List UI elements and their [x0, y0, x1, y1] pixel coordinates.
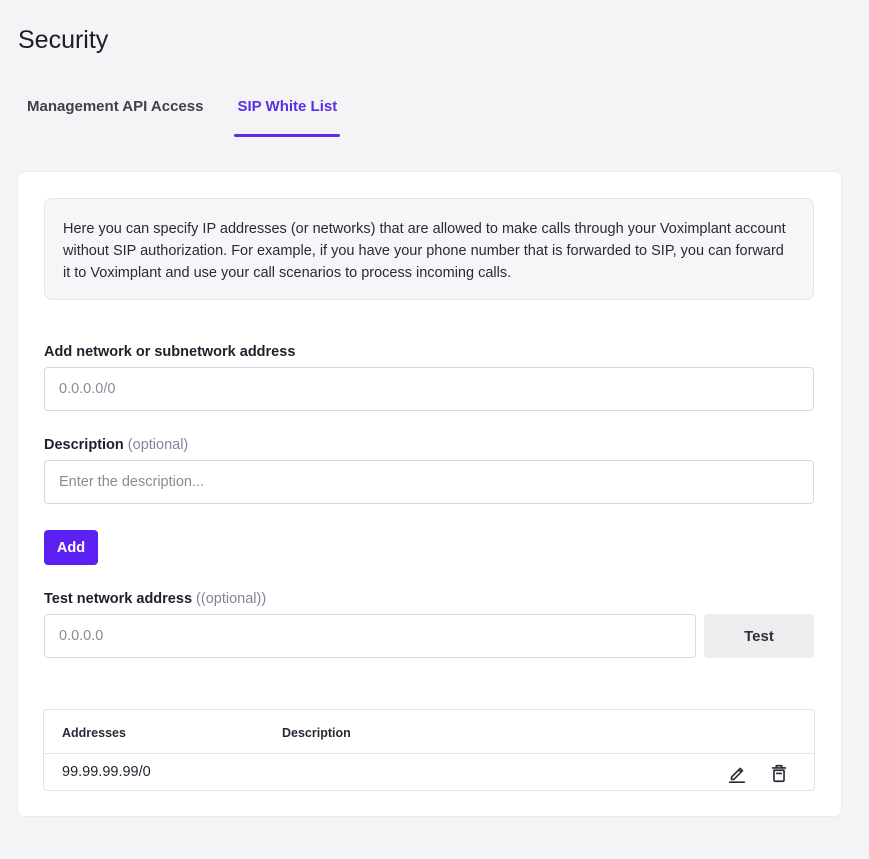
test-address-input[interactable] [44, 614, 696, 658]
column-header-description: Description [282, 726, 351, 740]
test-button[interactable]: Test [704, 614, 814, 658]
row-actions [726, 762, 790, 784]
network-address-label: Add network or subnetwork address [44, 344, 295, 360]
test-address-label-text: Test network address [44, 591, 193, 607]
description-optional-hint: (optional) [127, 437, 189, 453]
test-address-label: Test network address ((optional)) [44, 591, 266, 607]
table-row: 99.99.99.99/0 [44, 754, 814, 790]
tab-management-api-access[interactable]: Management API Access [18, 92, 212, 137]
row-address: 99.99.99.99/0 [62, 764, 151, 780]
whitelist-table: Addresses Description 99.99.99.99/0 [43, 709, 815, 791]
table-header: Addresses Description [44, 710, 814, 754]
trash-icon[interactable] [768, 762, 790, 784]
tab-bar: Management API Access SIP White List [18, 92, 346, 137]
test-address-optional-hint: ((optional)) [196, 591, 267, 607]
page-title: Security [18, 26, 109, 54]
pencil-edit-icon[interactable] [726, 762, 748, 784]
network-address-label-text: Add network or subnetwork address [44, 344, 296, 360]
description-label: Description (optional) [44, 437, 188, 453]
add-button[interactable]: Add [44, 530, 98, 565]
info-box: Here you can specify IP addresses (or ne… [44, 198, 814, 300]
description-label-text: Description [44, 437, 124, 453]
info-text: Here you can specify IP addresses (or ne… [63, 221, 786, 281]
column-header-addresses: Addresses [62, 726, 126, 740]
description-input[interactable] [44, 460, 814, 504]
tab-sip-white-list[interactable]: SIP White List [228, 92, 346, 137]
sip-white-list-card: Here you can specify IP addresses (or ne… [18, 172, 841, 816]
network-address-input[interactable] [44, 367, 814, 411]
